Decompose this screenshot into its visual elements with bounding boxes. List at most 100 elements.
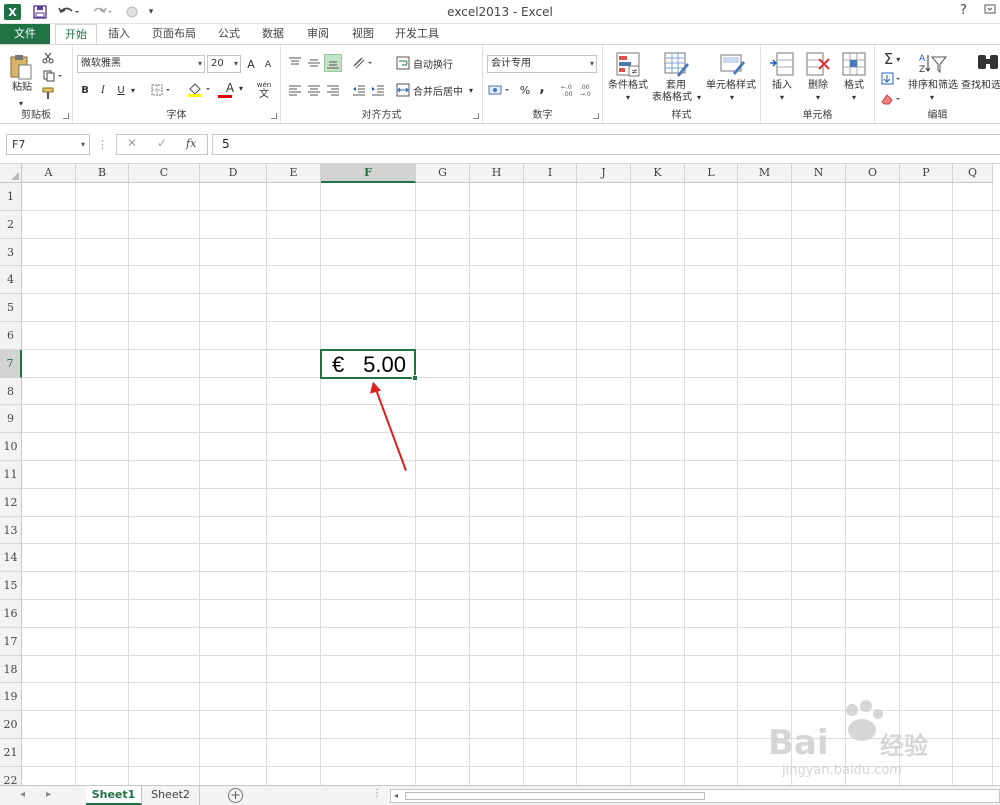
row-header-20[interactable]: 20 — [0, 711, 22, 739]
insert-function-button[interactable]: fx — [186, 137, 196, 150]
help-button[interactable]: ? — [960, 3, 967, 18]
column-header-a[interactable]: A — [22, 164, 76, 183]
number-launcher-icon[interactable] — [593, 113, 599, 119]
row-header-1[interactable]: 1 — [0, 183, 22, 211]
font-launcher-icon[interactable] — [271, 113, 277, 119]
spreadsheet-grid[interactable]: A B C D E F G H I J K L M N O P Q 1 2 3 4 5 6 7 8 9 10 11 12 13 14 15 16… — [0, 164, 1000, 785]
delete-cells-button[interactable]: 删除 — [801, 80, 835, 92]
row-header-18[interactable]: 18 — [0, 655, 22, 684]
number-format-select[interactable]: 会计专用 ▾ — [487, 55, 597, 73]
row-header-5[interactable]: 5 — [0, 294, 22, 322]
align-right-icon[interactable] — [325, 82, 341, 98]
grow-font-button[interactable]: A — [244, 56, 258, 72]
tab-review[interactable]: 审阅 — [302, 24, 334, 44]
column-header-n[interactable]: N — [792, 164, 846, 183]
find-select-button[interactable]: 查找和选 — [961, 80, 1000, 92]
cut-icon[interactable] — [40, 51, 56, 65]
accounting-format-icon[interactable] — [487, 82, 513, 98]
increase-decimal-icon[interactable]: ←.0.00 — [561, 82, 577, 98]
merge-dropdown-icon[interactable]: ▾ — [467, 84, 475, 96]
column-header-m[interactable]: M — [738, 164, 792, 183]
column-header-q[interactable]: Q — [953, 164, 993, 183]
delete-cells-icon[interactable] — [805, 51, 831, 77]
row-header-22[interactable]: 22 — [0, 766, 22, 785]
sheet-next-icon[interactable]: ▸ — [46, 789, 51, 800]
insert-cells-button[interactable]: 插入 — [765, 80, 799, 92]
active-cell[interactable]: €5.00 — [320, 348, 418, 381]
percent-button[interactable]: % — [518, 82, 532, 98]
row-header-11[interactable]: 11 — [0, 461, 22, 489]
tab-data[interactable]: 数据 — [257, 24, 289, 44]
conditional-formatting-icon[interactable]: ≠ — [615, 51, 641, 77]
ribbon-display-icon[interactable] — [984, 3, 996, 19]
column-header-p[interactable]: P — [900, 164, 953, 183]
enter-button[interactable]: ✓ — [157, 136, 167, 150]
cancel-button[interactable]: ✕ — [127, 136, 137, 150]
decrease-decimal-icon[interactable]: .00 →.0 — [580, 82, 596, 98]
format-painter-icon[interactable] — [40, 87, 56, 101]
tab-view[interactable]: 视图 — [347, 24, 379, 44]
conditional-formatting-button[interactable]: 条件格式 — [605, 80, 651, 92]
fill-handle[interactable] — [412, 374, 418, 381]
row-header-8[interactable]: 8 — [0, 377, 22, 406]
bold-button[interactable]: B — [78, 82, 92, 98]
align-top-icon[interactable] — [287, 55, 303, 71]
column-header-f[interactable]: F — [321, 164, 416, 183]
row-header-3[interactable]: 3 — [0, 238, 22, 267]
merge-center-icon[interactable] — [395, 82, 411, 98]
column-header-i[interactable]: I — [524, 164, 577, 183]
row-header-17[interactable]: 17 — [0, 627, 22, 656]
clipboard-launcher-icon[interactable] — [63, 113, 69, 119]
italic-button[interactable]: I — [96, 82, 110, 98]
column-header-l[interactable]: L — [685, 164, 738, 183]
underline-button[interactable]: U — [114, 82, 128, 98]
row-header-12[interactable]: 12 — [0, 488, 22, 517]
wrap-text-icon[interactable] — [395, 55, 411, 71]
find-select-icon[interactable] — [975, 51, 1000, 77]
tab-developer[interactable]: 开发工具 — [390, 24, 444, 44]
tab-formulas[interactable]: 公式 — [213, 24, 245, 44]
alignment-launcher-icon[interactable] — [473, 113, 479, 119]
row-header-7[interactable]: 7 — [0, 349, 22, 378]
horizontal-scrollbar[interactable]: ◂ — [390, 789, 1000, 803]
clear-icon[interactable] — [879, 91, 905, 107]
formula-input[interactable]: 5 — [212, 134, 1000, 155]
formula-bar-grip-icon[interactable]: ⋮ — [97, 138, 108, 151]
cell-styles-icon[interactable] — [719, 51, 745, 77]
format-cells-button[interactable]: 格式 — [837, 80, 871, 92]
scroll-split-grip-icon[interactable]: ⋮ — [372, 788, 382, 799]
merge-center-button[interactable]: 合并后居中 — [413, 82, 465, 98]
autosum-button[interactable]: Σ ▾ — [879, 50, 905, 68]
align-left-icon[interactable] — [287, 82, 303, 98]
phonetic-guide-button[interactable]: wén 文 — [251, 78, 277, 102]
increase-indent-icon[interactable] — [370, 82, 386, 98]
format-cells-icon[interactable] — [841, 51, 867, 77]
paste-label[interactable]: 粘贴 — [8, 82, 36, 94]
fill-color-icon[interactable] — [186, 82, 214, 98]
column-header-o[interactable]: O — [846, 164, 900, 183]
column-header-d[interactable]: D — [200, 164, 267, 183]
row-header-2[interactable]: 2 — [0, 210, 22, 239]
tab-file[interactable]: 文件 — [0, 24, 50, 44]
select-all-button[interactable] — [0, 164, 22, 183]
row-header-14[interactable]: 14 — [0, 544, 22, 573]
cell-styles-button[interactable]: 单元格样式 — [703, 80, 759, 92]
row-header-6[interactable]: 6 — [0, 322, 22, 350]
row-header-9[interactable]: 9 — [0, 405, 22, 434]
column-header-h[interactable]: H — [470, 164, 524, 183]
format-as-table-line1[interactable]: 套用 — [655, 80, 697, 92]
format-as-table-icon[interactable] — [663, 51, 689, 77]
tab-page-layout[interactable]: 页面布局 — [148, 24, 200, 44]
name-box[interactable]: F7 ▾ — [6, 134, 90, 155]
sheet-prev-icon[interactable]: ◂ — [20, 789, 25, 800]
sheet-tab-1[interactable]: Sheet1 — [86, 786, 142, 805]
column-header-b[interactable]: B — [76, 164, 129, 183]
column-header-c[interactable]: C — [129, 164, 200, 183]
scroll-thumb[interactable] — [405, 792, 705, 800]
row-header-16[interactable]: 16 — [0, 600, 22, 628]
font-name-select[interactable]: 微软雅黑 ▾ — [77, 55, 205, 73]
font-size-select[interactable]: 20 ▾ — [207, 55, 241, 73]
format-as-table-line2[interactable]: 表格格式 — [649, 92, 695, 104]
align-center-icon[interactable] — [306, 82, 322, 98]
tab-home[interactable]: 开始 — [55, 24, 97, 44]
